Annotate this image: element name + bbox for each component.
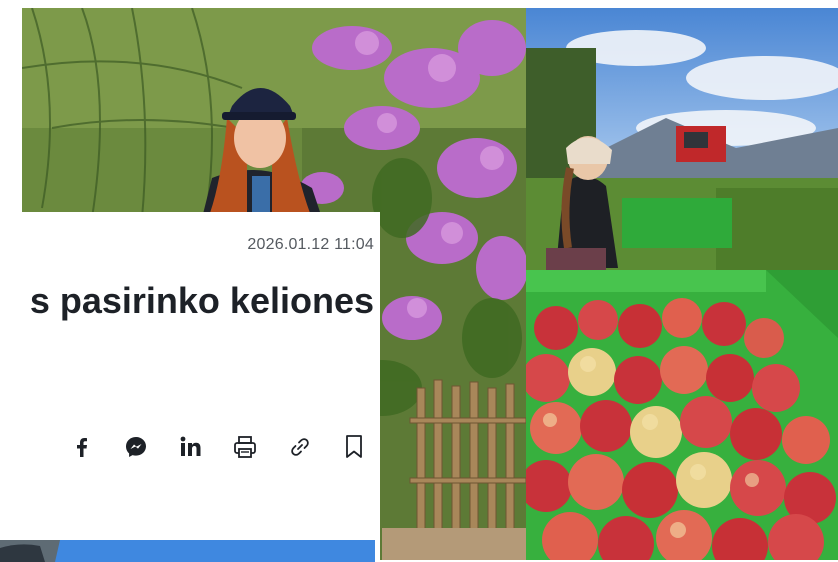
share-bar [66, 430, 370, 464]
share-facebook-button[interactable] [66, 431, 98, 463]
messenger-icon [126, 437, 147, 457]
print-icon [234, 436, 257, 458]
bookmark-button[interactable] [338, 431, 370, 463]
copy-link-button[interactable] [284, 431, 316, 463]
article-timestamp: 2026.01.12 11:04 [247, 236, 374, 253]
article-hero-image-top-edge [0, 540, 375, 562]
copy-link-icon [290, 438, 309, 456]
linkedin-icon [180, 436, 201, 456]
article-header-card: 2026.01.12 11:04 s pasirinko keliones [0, 212, 380, 562]
article-headline: s pasirinko keliones [29, 280, 374, 321]
share-messenger-button[interactable] [120, 431, 152, 463]
facebook-icon [77, 438, 87, 457]
article-photo-apple-harvest [526, 8, 838, 560]
print-button[interactable] [229, 431, 261, 463]
share-linkedin-button[interactable] [175, 431, 207, 463]
bookmark-icon [346, 435, 362, 458]
